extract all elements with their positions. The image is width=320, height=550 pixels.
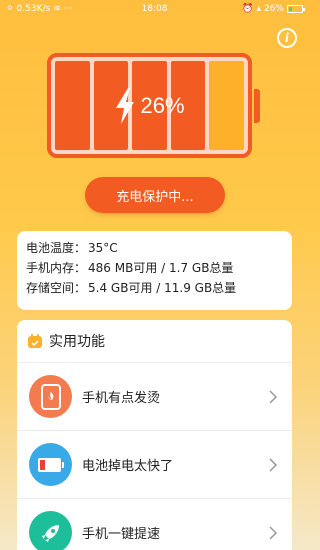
tool-item-battery-drain[interactable]: 电池掉电太快了	[17, 431, 292, 499]
storage-label: 存储空间：	[26, 281, 87, 295]
storage-value: 5.4 GB可用 / 11.9 GB总量	[88, 281, 237, 295]
charging-bolt-icon	[116, 87, 135, 124]
low-battery-icon	[29, 443, 72, 486]
info-button[interactable]: i	[277, 28, 297, 48]
chevron-right-icon	[269, 525, 278, 540]
chevron-right-icon	[269, 457, 278, 472]
alarm-icon: ⏰	[242, 4, 254, 14]
battery-tip	[254, 89, 260, 123]
memory-value: 486 MB可用 / 1.7 GB总量	[88, 261, 234, 275]
charge-protection-button[interactable]: 充电保护中...	[85, 177, 225, 213]
signal-icon: ▴	[256, 4, 261, 14]
status-battery-fill	[289, 7, 293, 11]
info-icon: i	[284, 31, 290, 45]
memory-row: 手机内存： 486 MB可用 / 1.7 GB总量	[26, 258, 283, 278]
status-bar: ⚪ 0.53K/s ≋ ··· 18:08 ⏰ ▴ 26%	[0, 0, 309, 18]
hot-phone-icon	[29, 375, 72, 418]
toolbox-icon	[28, 334, 42, 348]
wifi-icon: ≋	[53, 4, 61, 14]
temperature-label: 电池温度：	[26, 241, 87, 255]
battery-percent: 26%	[140, 92, 185, 118]
battery-label: 26%	[47, 53, 252, 158]
battery-temperature-row: 电池温度： 35°C	[26, 238, 283, 258]
tool-label-speed-up: 手机一键提速	[82, 527, 161, 542]
tool-item-phone-hot[interactable]: 手机有点发烫	[17, 363, 292, 431]
device-info-card: 电池温度： 35°C 手机内存： 486 MB可用 / 1.7 GB总量 存储空…	[17, 231, 292, 310]
storage-row: 存储空间： 5.4 GB可用 / 11.9 GB总量	[26, 278, 283, 298]
tools-header: 实用功能	[17, 320, 292, 363]
temperature-value: 35°C	[88, 241, 118, 255]
status-battery-icon	[287, 5, 305, 13]
memory-label: 手机内存：	[26, 261, 87, 275]
tools-panel: 实用功能 手机有点发烫 电池掉电太快了 手机一键提速	[17, 320, 292, 550]
tool-item-speed-up[interactable]: 手机一键提速	[17, 499, 292, 550]
rocket-icon	[29, 511, 72, 550]
tool-label-phone-hot: 手机有点发烫	[82, 391, 161, 406]
tools-title: 实用功能	[49, 334, 105, 350]
chevron-right-icon	[269, 389, 278, 404]
tool-label-battery-drain: 电池掉电太快了	[82, 459, 174, 474]
more-icon: ···	[63, 4, 73, 14]
notification-dot-icon: ⚪	[6, 4, 14, 14]
network-speed: 0.53K/s	[16, 4, 51, 14]
status-battery-text: 26%	[263, 4, 284, 14]
